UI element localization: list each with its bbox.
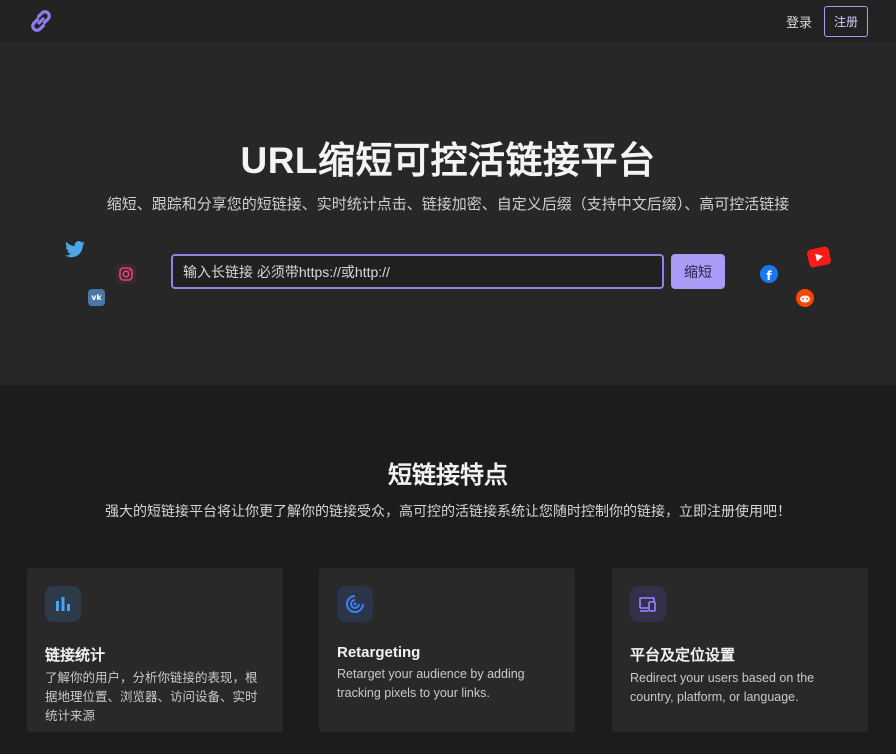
- hero-section: URL缩短可控活链接平台 缩短、跟踪和分享您的短链接、实时统计点击、链接加密、自…: [0, 42, 896, 385]
- card-description: Retarget your audience by adding trackin…: [337, 667, 525, 700]
- nav-actions: 登录 注册: [784, 5, 868, 37]
- hero-title: URL缩短可控活链接平台: [240, 140, 656, 181]
- register-button[interactable]: 注册: [823, 5, 868, 37]
- features-subtitle: 强大的短链接平台将让你更了解你的链接受众，高可控的活链接系统让您随时控制你的链接…: [105, 503, 791, 519]
- hero-subtitle: 缩短、跟踪和分享您的短链接、实时统计点击、链接加密、自定义后缀（支持中文后缀）、…: [106, 196, 790, 213]
- vk-icon: vk: [88, 289, 105, 306]
- devices-icon: [630, 586, 666, 622]
- feature-card-targeting: 平台及定位设置 Redirect your users based on the…: [612, 568, 868, 732]
- card-description: 了解你的用户，分析你链接的表现，根据地理位置、浏览器、访问设备、实时统计来源: [45, 671, 258, 723]
- login-link[interactable]: 登录: [784, 8, 814, 35]
- long-url-input[interactable]: [171, 254, 664, 289]
- feature-card-stats: 链接统计 了解你的用户，分析你链接的表现，根据地理位置、浏览器、访问设备、实时统…: [27, 568, 283, 732]
- twitter-icon: [64, 240, 86, 260]
- instagram-icon: [116, 264, 136, 284]
- feature-card-retargeting: Retargeting Retarget your audience by ad…: [319, 568, 575, 732]
- facebook-icon: f: [760, 265, 778, 283]
- card-title: Retargeting: [337, 644, 421, 661]
- link-icon[interactable]: [26, 6, 56, 36]
- target-icon: [337, 586, 373, 622]
- card-title: 平台及定位设置: [630, 647, 736, 664]
- features-title: 短链接特点: [388, 462, 508, 489]
- reddit-icon: [796, 289, 814, 307]
- top-navbar: 登录 注册: [0, 0, 896, 42]
- card-title: 链接统计: [45, 647, 106, 664]
- bar-chart-icon: [45, 586, 81, 622]
- shorten-button[interactable]: 缩短: [671, 254, 725, 289]
- card-description: Redirect your users based on the country…: [630, 671, 815, 704]
- youtube-icon: [806, 245, 832, 269]
